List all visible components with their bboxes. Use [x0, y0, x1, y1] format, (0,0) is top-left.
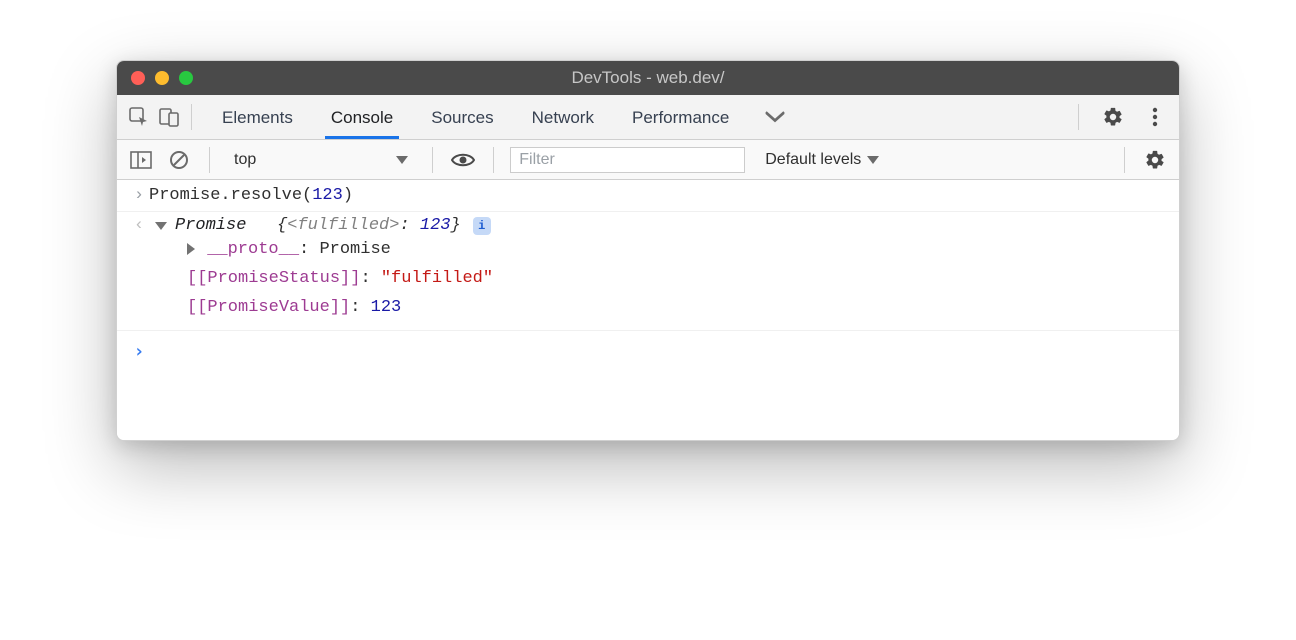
tab-performance[interactable]: Performance	[628, 98, 733, 137]
execution-context-label: top	[234, 151, 256, 169]
chevron-down-icon	[396, 156, 408, 164]
inspect-element-icon[interactable]	[125, 103, 153, 131]
proto-value: Promise	[319, 240, 390, 259]
more-tabs-button[interactable]	[763, 110, 799, 124]
colon-sep: :	[360, 269, 380, 288]
log-levels-select[interactable]: Default levels	[755, 147, 889, 173]
result-value-summary: 123	[420, 216, 451, 235]
open-brace: {	[277, 216, 287, 235]
input-chevron-icon: ›	[129, 186, 149, 205]
tab-elements[interactable]: Elements	[218, 98, 297, 137]
promise-value-value: 123	[371, 298, 402, 317]
minimize-window-button[interactable]	[155, 71, 169, 85]
code-arg: 123	[312, 186, 343, 205]
divider	[191, 104, 192, 130]
console-prompt-row[interactable]: ›	[117, 331, 1179, 372]
console-input-code: Promise.resolve(123)	[149, 186, 353, 205]
tab-console[interactable]: Console	[327, 98, 397, 137]
close-brace: }	[450, 216, 460, 235]
more-menu-icon[interactable]	[1141, 103, 1169, 131]
promise-status-row: [[PromiseStatus]]: "fulfilled"	[129, 264, 1167, 293]
maximize-window-button[interactable]	[179, 71, 193, 85]
promise-value-row: [[PromiseValue]]: 123	[129, 293, 1167, 322]
info-badge-icon[interactable]: i	[473, 217, 491, 235]
settings-gear-icon[interactable]	[1099, 103, 1127, 131]
promise-status-key: [[PromiseStatus]]	[187, 269, 360, 288]
colon-sep: :	[299, 240, 319, 259]
code-suffix: )	[343, 186, 353, 205]
console-output: › Promise.resolve(123) ‹ Promise {fulfil…	[117, 180, 1179, 440]
tabs-bar: Elements Console Sources Network Perform…	[117, 95, 1179, 140]
chevron-down-icon	[867, 156, 879, 164]
prompt-chevron-icon: ›	[129, 341, 149, 362]
tabs-right	[1072, 103, 1171, 131]
colon-sep: :	[399, 216, 419, 235]
code-prefix: Promise.resolve(	[149, 186, 312, 205]
proto-key: __proto__	[207, 240, 299, 259]
console-result-block: ‹ Promise {fulfilled: 123} i __proto__: …	[117, 212, 1179, 331]
devtools-window: DevTools - web.dev/ Elements Console Sou…	[116, 60, 1180, 441]
divider	[493, 147, 494, 173]
panel-tabs: Elements Console Sources Network Perform…	[218, 98, 799, 137]
divider	[1078, 104, 1079, 130]
execution-context-select[interactable]: top	[226, 147, 416, 173]
window-controls	[117, 71, 193, 85]
divider	[432, 147, 433, 173]
colon-sep: :	[350, 298, 370, 317]
console-sidebar-toggle-icon[interactable]	[127, 146, 155, 174]
disclosure-down-icon[interactable]	[155, 222, 167, 230]
promise-value-key: [[PromiseValue]]	[187, 298, 350, 317]
log-levels-label: Default levels	[765, 151, 861, 169]
console-result-header[interactable]: ‹ Promise {fulfilled: 123} i	[129, 216, 1167, 235]
disclosure-right-icon[interactable]	[187, 243, 195, 255]
device-toolbar-icon[interactable]	[155, 103, 183, 131]
clear-console-icon[interactable]	[165, 146, 193, 174]
console-filter-input[interactable]	[510, 147, 745, 173]
result-status-keyword: fulfilled	[287, 216, 399, 235]
divider	[1124, 147, 1125, 173]
console-toolbar: top Default levels	[117, 140, 1179, 180]
window-title: DevTools - web.dev/	[117, 68, 1179, 88]
console-settings-gear-icon[interactable]	[1141, 146, 1169, 174]
console-input-row[interactable]: › Promise.resolve(123)	[117, 180, 1179, 212]
output-chevron-icon: ‹	[129, 216, 149, 235]
tab-sources[interactable]: Sources	[427, 98, 497, 137]
proto-row[interactable]: __proto__: Promise	[129, 235, 1167, 264]
title-bar: DevTools - web.dev/	[117, 61, 1179, 95]
promise-status-value: "fulfilled"	[381, 269, 493, 288]
result-constructor-label: Promise	[175, 216, 246, 235]
close-window-button[interactable]	[131, 71, 145, 85]
live-expression-eye-icon[interactable]	[449, 146, 477, 174]
divider	[209, 147, 210, 173]
tab-network[interactable]: Network	[528, 98, 598, 137]
